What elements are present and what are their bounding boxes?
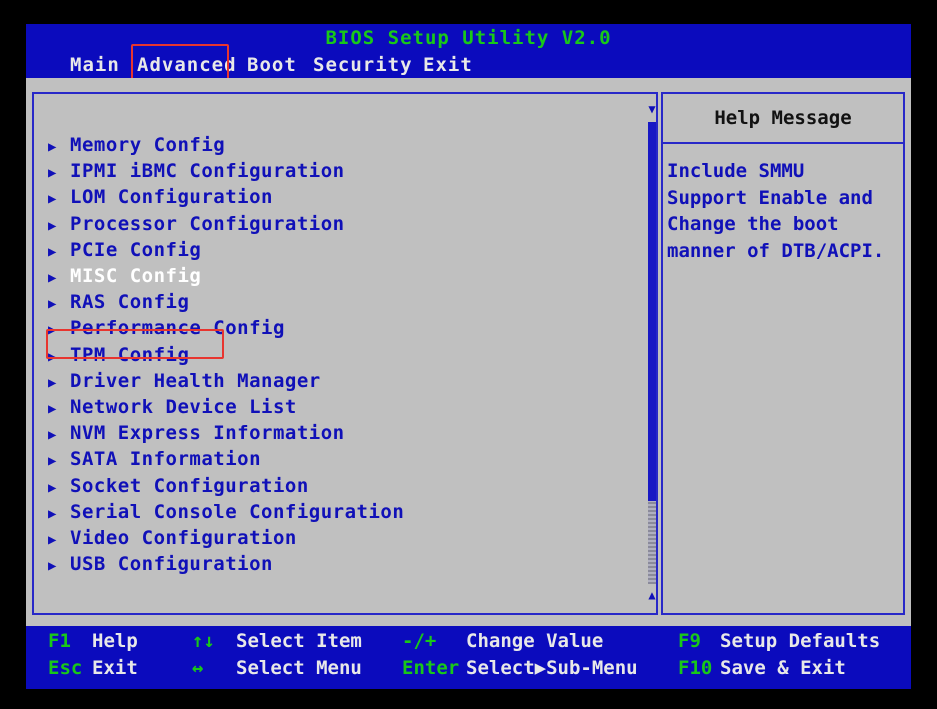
key-desc: Save & Exit: [720, 657, 846, 679]
key-esc-exit: Esc Exit: [48, 655, 138, 681]
menu-item-label: Socket Configuration: [70, 474, 309, 497]
menu-item-label: Serial Console Configuration: [70, 500, 405, 523]
menu-item-label: LOM Configuration: [70, 186, 273, 209]
scrollbar[interactable]: ▼ ▲: [646, 102, 658, 602]
key-desc: Select Menu: [236, 657, 362, 679]
submenu-arrow-icon: ▶: [48, 165, 57, 182]
menu-item-sata-information[interactable]: ▶ SATA Information: [48, 446, 261, 472]
scroll-up-arrow-icon[interactable]: ▲: [646, 588, 658, 602]
help-text: Include SMMU Support Enable and Change t…: [667, 160, 885, 262]
key-desc: Help: [92, 630, 138, 652]
key-legend: F1 Help Esc Exit ↑↓ Select Item ↔ Select Men…: [26, 626, 911, 689]
tab-boot[interactable]: Boot: [247, 51, 297, 79]
help-panel: Help Message Include SMMU Support Enable…: [661, 92, 905, 615]
menu-item-label: RAS Config: [70, 291, 190, 314]
key-label: F9: [678, 630, 701, 652]
menu-item-label: IPMI iBMC Configuration: [70, 160, 345, 183]
key-label: F10: [678, 657, 713, 679]
key-select-item: ↑↓ Select Item: [192, 628, 362, 654]
submenu-arrow-icon: ▶: [48, 191, 57, 208]
submenu-arrow-icon: ▶: [48, 453, 57, 470]
submenu-arrow-icon: ▶: [48, 270, 57, 286]
submenu-arrow-icon: ▶: [48, 139, 57, 155]
key-select-submenu: Enter Select▶Sub-Menu: [402, 655, 638, 681]
submenu-arrow-icon: ▶: [48, 217, 57, 234]
submenu-arrow-icon: ▶: [48, 558, 57, 575]
key-desc: Select▶Sub-Menu: [466, 657, 638, 679]
menu-item-driver-health-manager[interactable]: ▶ Driver Health Manager: [48, 368, 321, 394]
menu-item-label: SATA Information: [70, 448, 262, 471]
tab-security[interactable]: Security: [313, 51, 413, 79]
key-desc: Setup Defaults: [720, 630, 881, 652]
menu-item-label: Video Configuration: [70, 527, 297, 549]
menu-item-video-configuration[interactable]: ▶ Video Configuration: [48, 525, 297, 551]
key-f9-defaults: F9 Setup Defaults: [678, 628, 880, 654]
menu-item-network-device-list[interactable]: ▶ Network Device List: [48, 394, 297, 420]
key-label: ↑↓: [192, 630, 215, 652]
submenu-arrow-icon: ▶: [48, 243, 57, 260]
key-desc: Select Item: [236, 630, 362, 652]
menu-list-panel: ▶ Memory Config ▶ IPMI iBMC Configuration ▶ L…: [32, 92, 658, 615]
menu-item-memory-config[interactable]: ▶ Memory Config: [48, 132, 225, 158]
key-change-value: -/+ Change Value: [402, 628, 603, 654]
menu-item-ipmi-ibmc-configuration[interactable]: ▶ IPMI iBMC Configuration: [48, 158, 345, 184]
submenu-arrow-icon: ▶: [48, 296, 57, 313]
submenu-arrow-icon: ▶: [48, 401, 57, 417]
scroll-track[interactable]: [648, 122, 656, 584]
menu-item-nvm-express-information[interactable]: ▶ NVM Express Information: [48, 420, 345, 446]
menu-item-label: MISC Config: [70, 265, 202, 287]
menu-item-serial-console-configuration[interactable]: ▶ Serial Console Configuration: [48, 499, 404, 525]
tab-main[interactable]: Main: [70, 51, 120, 79]
menu-item-label: Driver Health Manager: [70, 369, 321, 392]
key-label: F1: [48, 630, 71, 652]
menu-item-ras-config[interactable]: ▶ RAS Config: [48, 289, 189, 315]
key-f1-help: F1 Help: [48, 628, 138, 654]
menu-item-label: Memory Config: [70, 134, 226, 156]
key-label: ↔: [192, 657, 204, 679]
tab-exit[interactable]: Exit: [423, 51, 473, 79]
key-select-menu: ↔ Select Menu: [192, 655, 362, 681]
key-label: Esc: [48, 657, 83, 679]
menu-item-usb-configuration[interactable]: ▶ USB Configuration: [48, 551, 273, 577]
key-f10-save-exit: F10 Save & Exit: [678, 655, 846, 681]
key-label: -/+: [402, 630, 437, 652]
scroll-thumb[interactable]: [648, 122, 656, 501]
key-desc: Exit: [92, 657, 138, 679]
menu-item-label: Processor Configuration: [70, 212, 345, 235]
menu-item-label: Network Device List: [70, 396, 297, 418]
menu-item-label: PCIe Config: [70, 238, 202, 261]
scroll-down-arrow-icon[interactable]: ▼: [646, 102, 658, 116]
key-desc: Change Value: [466, 630, 604, 652]
misc-config-highlight: [46, 329, 224, 359]
menu-item-pcie-config[interactable]: ▶ PCIe Config: [48, 237, 201, 263]
submenu-arrow-icon: ▶: [48, 479, 57, 496]
submenu-arrow-icon: ▶: [48, 505, 57, 522]
menu-item-label: NVM Express Information: [70, 422, 345, 445]
help-header: Help Message: [663, 94, 903, 144]
menu-item-socket-configuration[interactable]: ▶ Socket Configuration: [48, 473, 309, 499]
menu-item-label: USB Configuration: [70, 553, 273, 576]
main-body: ▶ Memory Config ▶ IPMI iBMC Configuration ▶ L…: [26, 78, 911, 626]
submenu-arrow-icon: ▶: [48, 374, 57, 391]
submenu-arrow-icon: ▶: [48, 427, 57, 444]
bios-screen: BIOS Setup Utility V2.0 Main Advanced Bo…: [26, 24, 911, 689]
submenu-arrow-icon: ▶: [48, 532, 57, 548]
menu-item-processor-configuration[interactable]: ▶ Processor Configuration: [48, 211, 345, 237]
menu-item-misc-config[interactable]: ▶ MISC Config: [48, 263, 201, 289]
key-label: Enter: [402, 657, 460, 679]
menu-item-lom-configuration[interactable]: ▶ LOM Configuration: [48, 184, 273, 210]
